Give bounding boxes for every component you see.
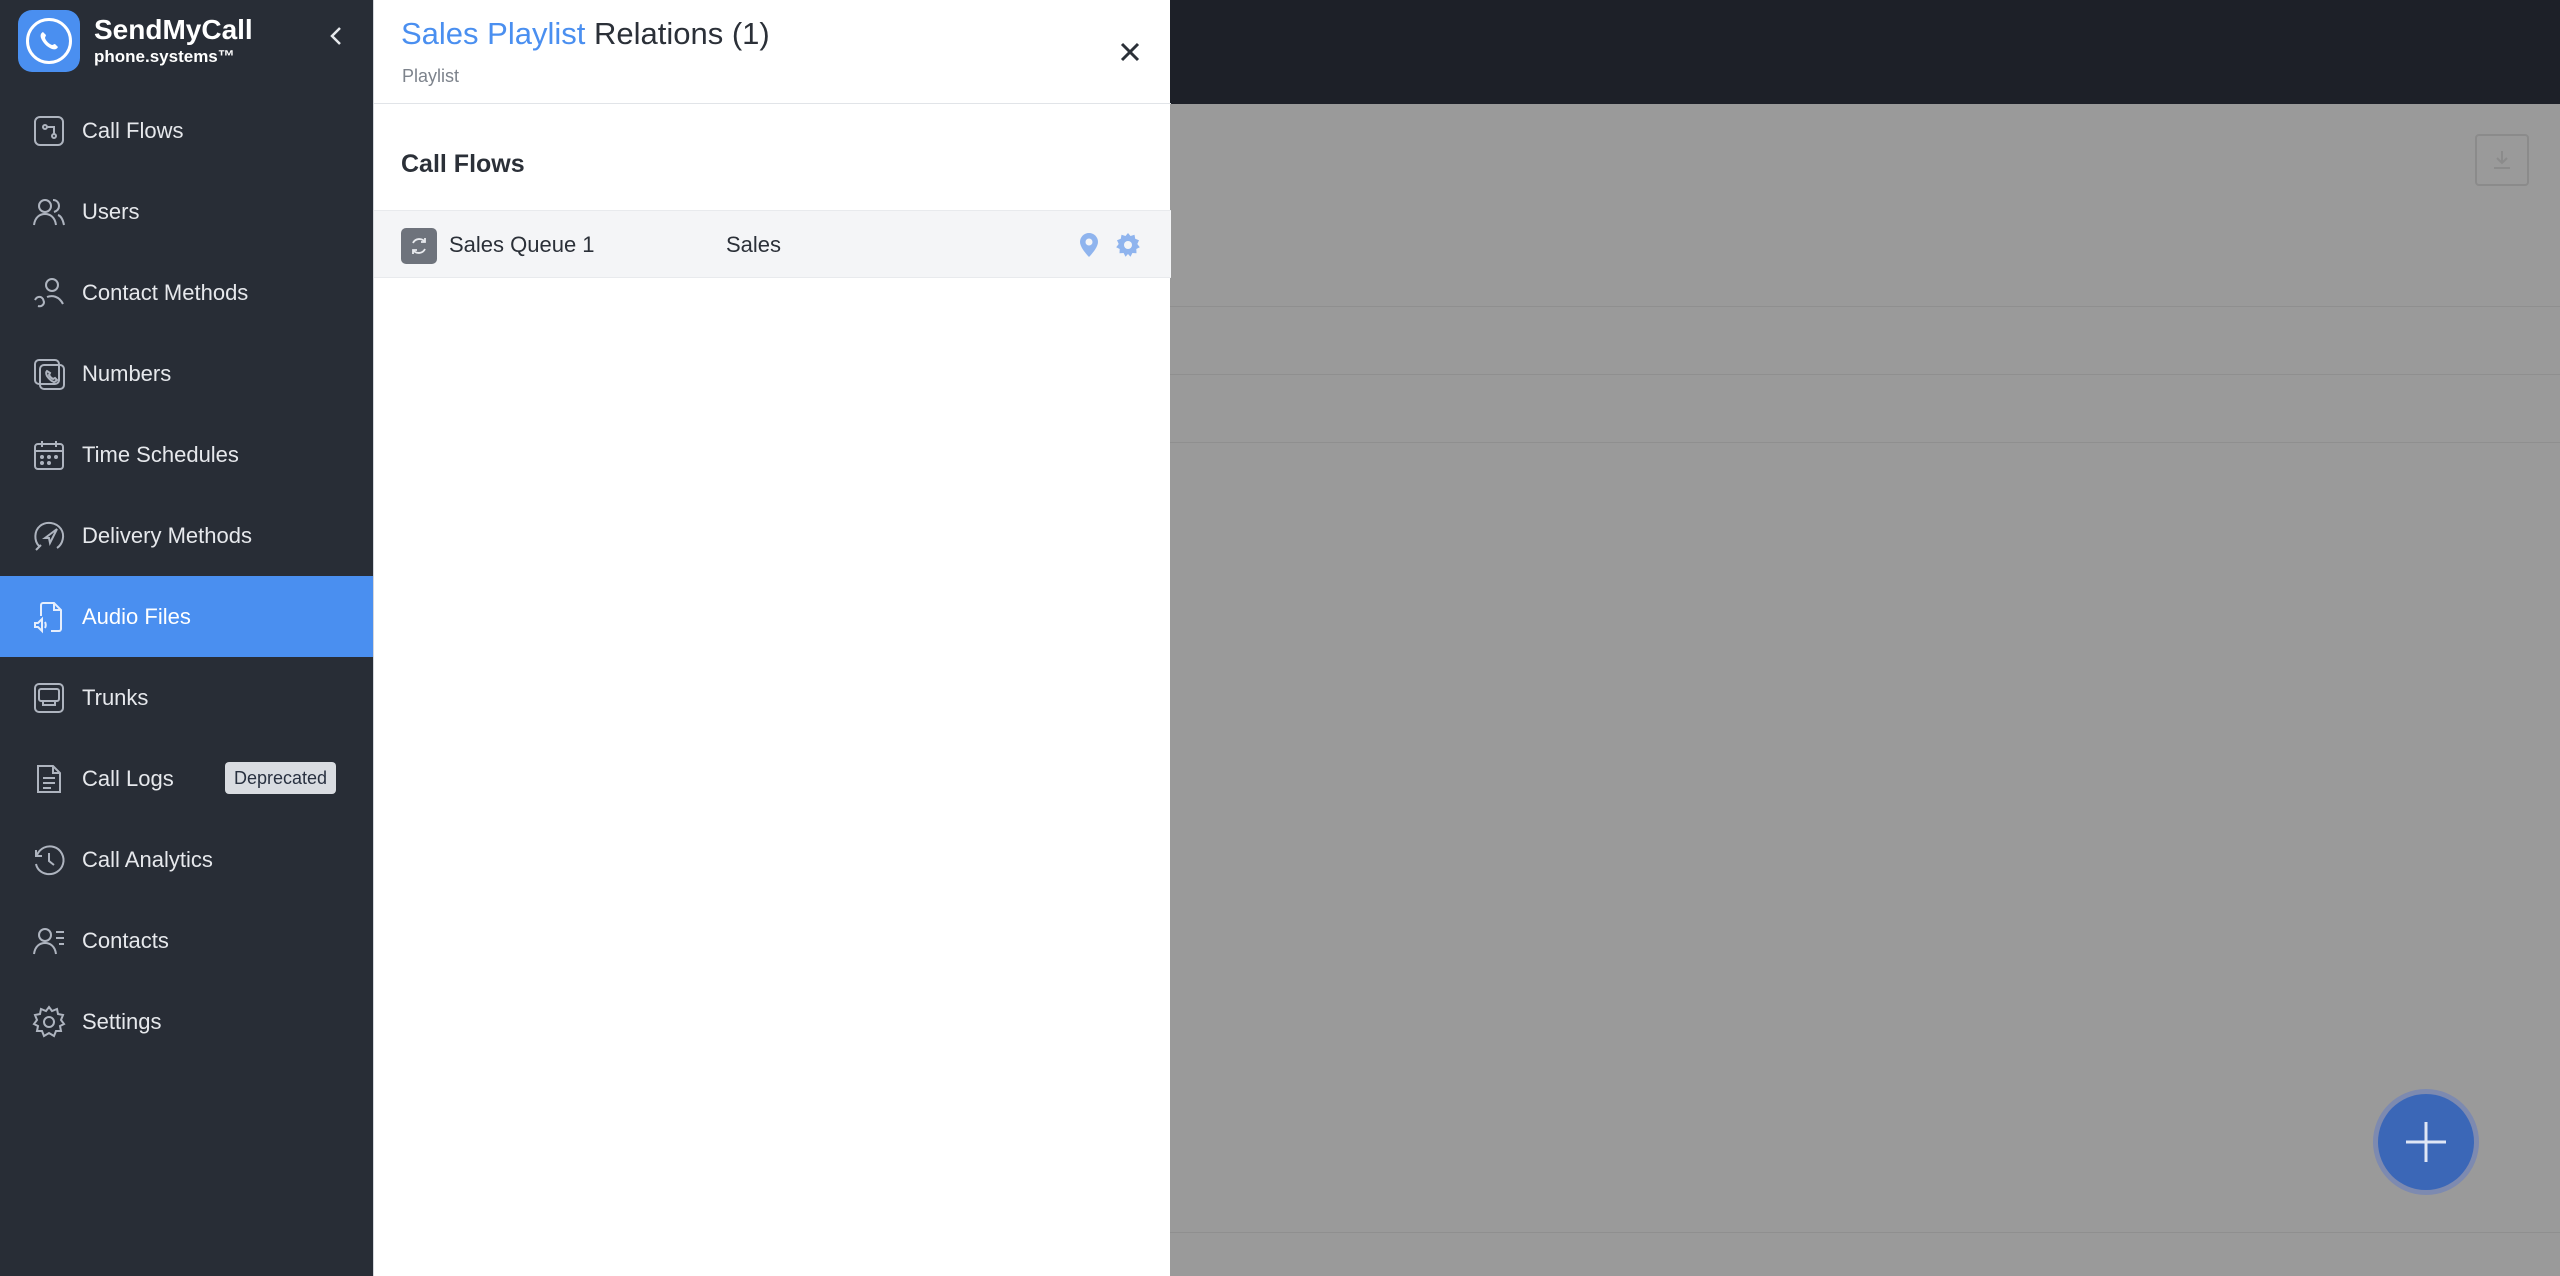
sidebar-item-contact-methods[interactable]: Contact Methods	[0, 252, 373, 333]
table-divider	[1170, 306, 2560, 307]
sidebar-item-call-logs[interactable]: Call Logs Deprecated	[0, 738, 373, 819]
chevron-left-icon	[330, 27, 341, 45]
sidebar-item-contacts[interactable]: Contacts	[0, 900, 373, 981]
sidebar-item-label: Audio Files	[82, 603, 191, 629]
panel-title-playlist-name[interactable]: Sales Playlist	[401, 16, 585, 51]
map-pin-icon	[1080, 233, 1098, 257]
deprecated-badge: Deprecated	[225, 762, 337, 794]
sidebar-item-label: Delivery Methods	[82, 522, 252, 548]
panel-header: Sales Playlist Relations (1) Playlist	[374, 0, 1171, 104]
queue-icon	[401, 228, 437, 264]
panel-subtitle: Playlist	[402, 66, 460, 86]
calendar-icon	[30, 436, 68, 474]
sidebar-item-label: Call Flows	[82, 117, 184, 143]
brand-logo-icon	[18, 10, 80, 72]
plus-icon	[2406, 1122, 2446, 1162]
sidebar-nav: Call Flows Users Contact Methods Numbers…	[0, 90, 373, 1062]
locate-button[interactable]	[1074, 229, 1104, 261]
sidebar-item-call-flows[interactable]: Call Flows	[0, 90, 373, 171]
sidebar-item-trunks[interactable]: Trunks	[0, 657, 373, 738]
sidebar-item-label: Settings	[82, 1008, 162, 1034]
users-icon	[30, 193, 68, 231]
sidebar-item-label: Time Schedules	[82, 441, 239, 467]
brand-name: SendMyCall	[94, 14, 253, 45]
sidebar-item-users[interactable]: Users	[0, 171, 373, 252]
close-icon	[1120, 42, 1140, 62]
sidebar-item-call-analytics[interactable]: Call Analytics	[0, 819, 373, 900]
sidebar-item-label: Trunks	[82, 684, 149, 710]
contact-methods-icon	[30, 274, 68, 312]
table-row[interactable]: Sales Queue 1 Sales	[374, 210, 1171, 278]
call-flow-type: Sales	[726, 232, 782, 257]
sidebar-item-label: Call Analytics	[82, 846, 213, 872]
sidebar-item-audio-files[interactable]: Audio Files	[0, 576, 373, 657]
download-icon	[2494, 151, 2510, 169]
call-flow-name: Sales Queue 1	[449, 232, 595, 257]
sidebar-item-label: Users	[82, 198, 140, 224]
download-button[interactable]	[2475, 134, 2529, 186]
panel-title: Sales Playlist Relations (1)	[401, 16, 770, 52]
delivery-icon	[30, 517, 68, 555]
sidebar-item-label: Call Logs	[82, 765, 174, 791]
table-divider	[1170, 374, 2560, 375]
settings-button[interactable]	[1112, 229, 1144, 261]
audio-file-icon	[30, 598, 68, 636]
brand-subtitle: phone.systems™	[94, 47, 235, 66]
contacts-icon	[30, 922, 68, 960]
sidebar-item-settings[interactable]: Settings	[0, 981, 373, 1062]
sidebar-item-label: Contact Methods	[82, 279, 249, 305]
panel-title-suffix: Relations (1)	[585, 16, 770, 51]
table-divider	[1170, 442, 2560, 443]
brand[interactable]: SendMyCall phone.systems™	[18, 10, 253, 72]
trunks-icon	[30, 679, 68, 717]
sidebar-item-numbers[interactable]: Numbers	[0, 333, 373, 414]
add-button[interactable]	[2378, 1094, 2474, 1190]
footer-divider	[1170, 1232, 2560, 1233]
numbers-icon	[30, 355, 68, 393]
sidebar-item-delivery-methods[interactable]: Delivery Methods	[0, 495, 373, 576]
close-button[interactable]	[1110, 32, 1150, 72]
sidebar: SendMyCall phone.systems™ Call Flows Use…	[0, 0, 373, 1276]
sidebar-item-label: Numbers	[82, 360, 172, 386]
call-logs-icon	[30, 760, 68, 798]
analytics-icon	[30, 841, 68, 879]
sidebar-item-label: Contacts	[82, 927, 169, 953]
call-flows-icon	[30, 112, 68, 150]
gear-icon	[1116, 233, 1140, 257]
section-title-call-flows: Call Flows	[401, 150, 525, 178]
sidebar-item-time-schedules[interactable]: Time Schedules	[0, 414, 373, 495]
gear-icon	[30, 1003, 68, 1041]
relations-panel: Sales Playlist Relations (1) Playlist Ca…	[373, 0, 1171, 1276]
collapse-sidebar-button[interactable]	[318, 16, 354, 56]
